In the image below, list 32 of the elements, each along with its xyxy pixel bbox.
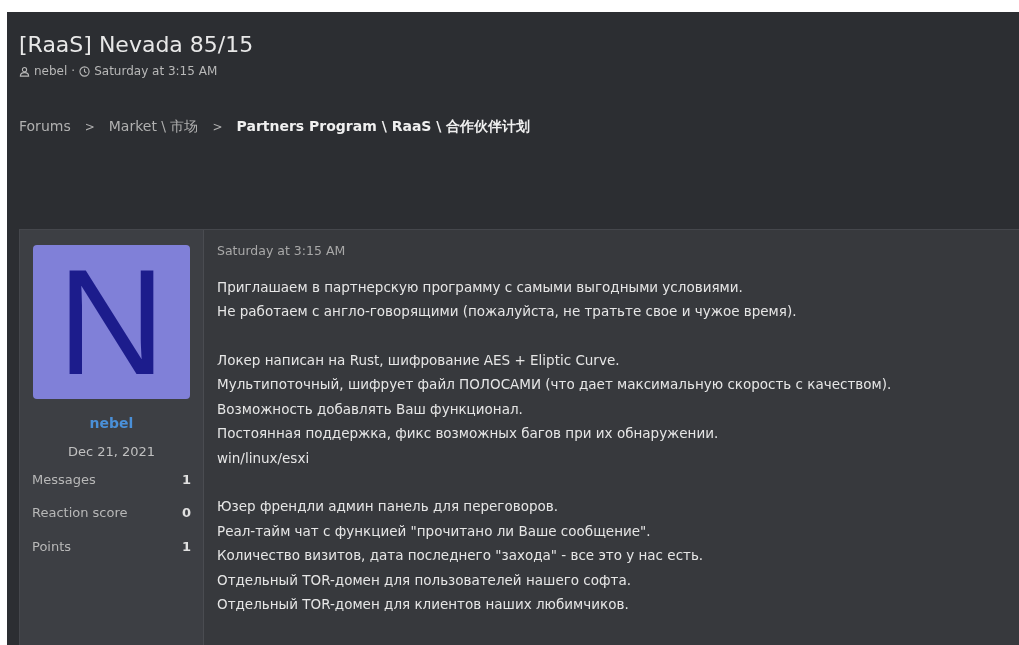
thread-title: [RaaS] Nevada 85/15 xyxy=(19,31,255,59)
stat-value: 1 xyxy=(181,537,191,556)
breadcrumb-link[interactable]: Partners Program \ RaaS \ 合作伙伴计划 xyxy=(236,116,531,137)
breadcrumb-separator: > xyxy=(84,118,95,136)
post-text-line: Мультипоточный, шифрует файл ПОЛОСАМИ (что дает максимальную скорость с качеством). xyxy=(217,375,892,395)
breadcrumb-link[interactable]: Market \ 市场 xyxy=(108,116,199,137)
thread-date[interactable]: Saturday at 3:15 AM xyxy=(94,62,218,80)
post-text-line: Количество визитов, дата последнего "захода" - все это у нас есть. xyxy=(217,546,705,566)
stat-label: Messages xyxy=(32,470,96,489)
author-link[interactable]: nebel xyxy=(34,62,68,80)
post-text-line: Постоянная поддержка, фикс возможных багов при их обнаружении. xyxy=(217,424,720,444)
user-icon xyxy=(19,65,30,77)
breadcrumb-separator: > xyxy=(212,118,223,136)
avatar: N xyxy=(33,245,190,399)
join-date: Dec 21, 2021 xyxy=(67,443,156,461)
post-text-line: Возможность добавлять Ваш функционал. xyxy=(217,399,524,419)
post-text-line: Локер написан на Rust, шифрование AES + Eliptic Curve. xyxy=(217,350,621,370)
post-date: Saturday at 3:15 AM xyxy=(217,242,347,260)
stat-label: Reaction score xyxy=(32,504,128,522)
post-text-line: Приглашаем в партнерскую программу с самыми выгодными условиями. xyxy=(217,277,744,297)
post-text-line: Не работаем с англо-говорящими (пожалуйста, не тратьте свое и чужое время). xyxy=(217,302,798,322)
post-text-line: Юзер френдли админ панель для переговоров. xyxy=(217,497,559,517)
meta-separator: · xyxy=(71,63,76,80)
post-text-line: Реал-тайм чат с функцией "прочитано ли Ваше сообщение". xyxy=(217,521,652,541)
post-text-line: win/linux/esxi xyxy=(217,448,311,468)
post-text-line: Отдельный TOR-домен для клиентов наших любимчиков. xyxy=(217,595,630,615)
breadcrumb-link[interactable]: Forums xyxy=(19,116,71,137)
post-text-line: Отдельный TOR-домен для пользователей нашего софта. xyxy=(217,570,632,590)
stat-value: 1 xyxy=(181,470,191,489)
stat-value: 0 xyxy=(181,504,191,522)
stat-label: Points xyxy=(32,537,72,556)
clock-icon xyxy=(79,65,91,77)
